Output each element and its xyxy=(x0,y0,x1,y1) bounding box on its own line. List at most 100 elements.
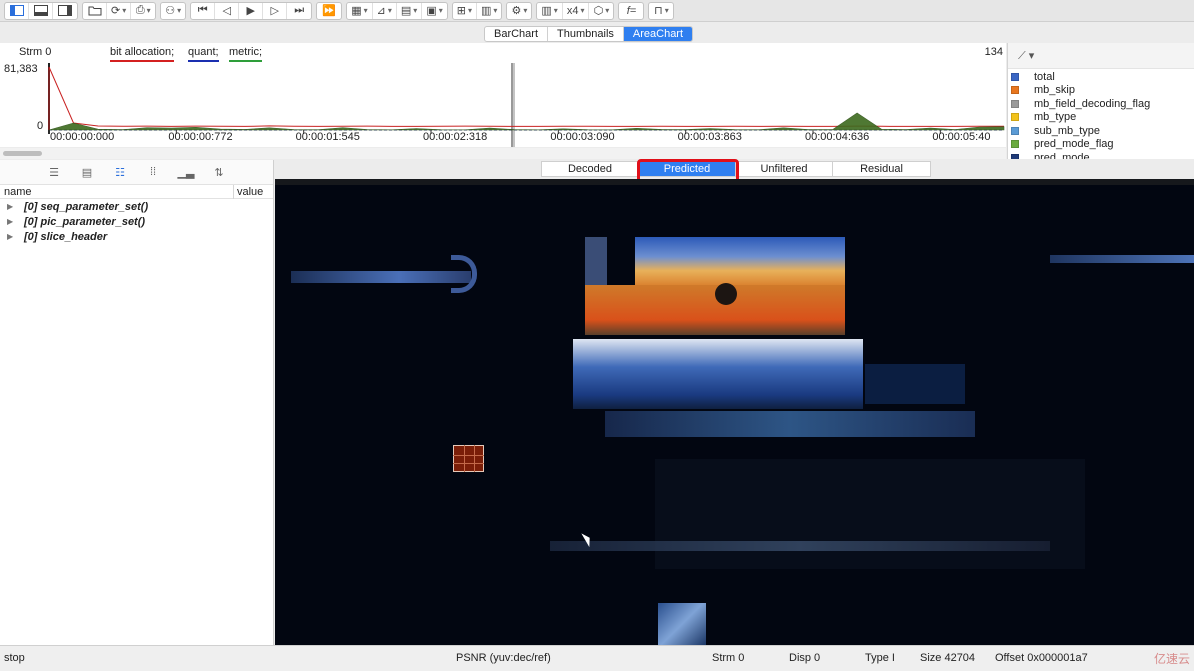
legend-swatch xyxy=(1011,113,1019,121)
motion-vector-button[interactable]: ⊿ ▾ xyxy=(373,2,397,19)
legend-item-mb-skip[interactable]: mb_skip xyxy=(1011,84,1075,97)
chevron-down-icon: ▾ xyxy=(605,6,610,15)
zoom-select[interactable]: x4 ▾ xyxy=(563,2,590,19)
compare-button[interactable]: ⊓ ▾ xyxy=(649,3,673,19)
scrollbar-thumb[interactable] xyxy=(3,151,42,156)
chart-tab-thumbnails[interactable]: Thumbnails xyxy=(548,27,624,41)
prev-frame-button[interactable]: ◁ xyxy=(215,2,240,19)
frame-block xyxy=(865,364,965,404)
tree-view-button[interactable]: ☷ xyxy=(111,165,130,179)
predicted-frame-view[interactable] xyxy=(275,179,1194,645)
image-view-button[interactable]: ▣ ▾ xyxy=(422,3,446,19)
legend-item-sub-mb-type[interactable]: sub_mb_type xyxy=(1011,124,1100,137)
chart-horizontal-scrollbar[interactable] xyxy=(0,148,1006,159)
legend-item-mb-field-decoding-flag[interactable]: mb_field_decoding_flag xyxy=(1011,97,1150,110)
column-value-header[interactable]: value xyxy=(237,186,263,198)
chevron-down-icon: ▾ xyxy=(664,6,669,15)
reload-button[interactable]: ⟳ ▾ xyxy=(107,2,132,19)
tree-row-label: [0] slice_header xyxy=(24,230,108,243)
next-frame-button[interactable]: ▷ xyxy=(263,2,288,19)
align-center-button[interactable]: ▤ xyxy=(78,165,97,179)
playback-state: stop xyxy=(4,652,25,664)
chart-view-tabs: BarChart Thumbnails AreaChart xyxy=(484,26,694,42)
list-box-icon: ▤ xyxy=(81,166,93,179)
overlay-group: ▦ ▾ ⊿ ▾ ▤ ▾ ▣ ▾ xyxy=(346,1,448,20)
last-frame-button[interactable]: ⏭ xyxy=(287,3,311,19)
disclosure-arrow-icon[interactable]: ▶ xyxy=(7,217,24,226)
frame-block xyxy=(715,283,737,305)
formula-icon: f= xyxy=(626,4,637,17)
legend-swatch xyxy=(1011,99,1019,108)
robot-icon: ⚇ xyxy=(165,5,176,17)
sidebar-left-icon xyxy=(9,5,24,16)
layout-grid-button[interactable]: ⊞ ▾ xyxy=(453,2,477,19)
formula-button[interactable]: f= xyxy=(619,3,643,19)
bar-stats-button[interactable]: ▁▃ xyxy=(177,165,196,179)
bar-chart-icon: ▁▃ xyxy=(177,166,195,179)
dots-grid-icon: ⁞⁞ xyxy=(149,166,157,178)
column-separator[interactable] xyxy=(233,185,234,199)
document-view-button[interactable]: ▥ ▾ xyxy=(477,3,501,19)
legend-item-pred-mode[interactable]: pred_mode xyxy=(1011,151,1090,159)
left-panel-toggle-button[interactable] xyxy=(5,2,29,19)
bottom-panel-toggle-button[interactable] xyxy=(29,2,53,19)
frame-size: Size 42704 xyxy=(920,652,976,664)
video-tab-unfiltered[interactable]: Unfiltered xyxy=(736,162,833,176)
chart-legend-item[interactable]: quant; xyxy=(188,46,219,62)
3d-view-button[interactable]: ⬡ ▾ xyxy=(589,3,613,19)
frame-count-label: 134 xyxy=(984,46,1003,58)
syntax-legend-panel: ⟋ ▾ total mb_skip mb_field_decoding_flag mb… xyxy=(1007,43,1194,159)
right-panel-toggle-button[interactable] xyxy=(53,3,77,19)
frame-block xyxy=(474,445,475,472)
status-bar: stop PSNR (yuv:dec/ref) Strm 0 Disp 0 Ty… xyxy=(0,645,1194,671)
legend-label: mb_type xyxy=(1034,111,1077,123)
disclosure-arrow-icon[interactable]: ▶ xyxy=(7,232,24,241)
chart-legend-item[interactable]: metric; xyxy=(229,46,262,62)
document-icon: ▥ xyxy=(480,5,492,17)
chevron-down-icon: ▾ xyxy=(413,6,418,15)
line-chart-icon[interactable]: ⟋ ▾ xyxy=(1018,49,1034,63)
tree-rows: ▶ [0] seq_parameter_set() ▶ [0] pic_paramet… xyxy=(0,199,273,244)
video-tab-predicted[interactable]: Predicted xyxy=(639,162,736,176)
first-frame-button[interactable]: ⏮ xyxy=(191,2,216,19)
settings-button[interactable]: ⚙ ▾ xyxy=(507,3,531,19)
tree-row[interactable]: ▶ [0] slice_header xyxy=(0,229,273,244)
chevron-down-icon: ▾ xyxy=(177,6,182,15)
align-left-button[interactable]: ☰ xyxy=(45,165,64,179)
frame-block xyxy=(291,271,471,283)
chart-tab-areachart[interactable]: AreaChart xyxy=(623,27,693,41)
filter-button[interactable]: ⇅ xyxy=(210,165,229,179)
histogram-button[interactable]: ▥ ▾ xyxy=(537,2,563,19)
legend-underline xyxy=(110,60,175,62)
chart-legend-item[interactable]: bit allocation; xyxy=(110,46,175,62)
open-file-button[interactable] xyxy=(83,2,107,19)
legend-swatch xyxy=(1011,140,1019,148)
tree-row[interactable]: ▶ [0] pic_parameter_set() xyxy=(0,214,273,229)
chart-tab-barchart[interactable]: BarChart xyxy=(485,27,549,41)
video-view-tabs: Decoded Predicted Unfiltered Residual xyxy=(541,161,931,177)
play-icon: ▶ xyxy=(246,5,255,17)
legend-item-pred-mode-flag[interactable]: pred_mode_flag xyxy=(1011,138,1114,151)
export-button[interactable]: ⎙ ▾ xyxy=(131,3,155,19)
chart-stream-label: Strm 0 xyxy=(19,46,52,58)
view-group: ⊞ ▾ ▥ ▾ xyxy=(451,1,503,20)
tree-column-header: name value xyxy=(0,185,273,199)
frame-block xyxy=(550,541,1050,551)
dots-view-button[interactable]: ⁞⁞ xyxy=(144,165,163,179)
fast-forward-icon: ⏩ xyxy=(322,5,337,17)
play-button[interactable]: ▶ xyxy=(239,2,264,19)
mb-grid-button[interactable]: ▤ ▾ xyxy=(397,2,423,19)
legend-item-mb-type[interactable]: mb_type xyxy=(1011,111,1076,124)
export-icon: ⎙ xyxy=(135,4,145,16)
x-tick-label: 00:00:00:772 xyxy=(168,131,232,143)
disclosure-arrow-icon[interactable]: ▶ xyxy=(7,202,24,211)
column-name-header[interactable]: name xyxy=(4,186,32,198)
video-tab-residual[interactable]: Residual xyxy=(833,162,930,176)
analyze-button[interactable]: ⚇ ▾ xyxy=(161,3,185,19)
legend-item-total[interactable]: total xyxy=(1011,70,1055,83)
grid-overlay-button[interactable]: ▦ ▾ xyxy=(347,2,373,19)
fast-forward-button[interactable]: ⏩ xyxy=(317,3,341,19)
area-chart[interactable]: 00:00:00:000 00:00:00:772 00:00:01:545 00:0… xyxy=(0,43,1006,147)
tree-row[interactable]: ▶ [0] seq_parameter_set() xyxy=(0,199,273,214)
video-tab-decoded[interactable]: Decoded xyxy=(542,162,639,176)
